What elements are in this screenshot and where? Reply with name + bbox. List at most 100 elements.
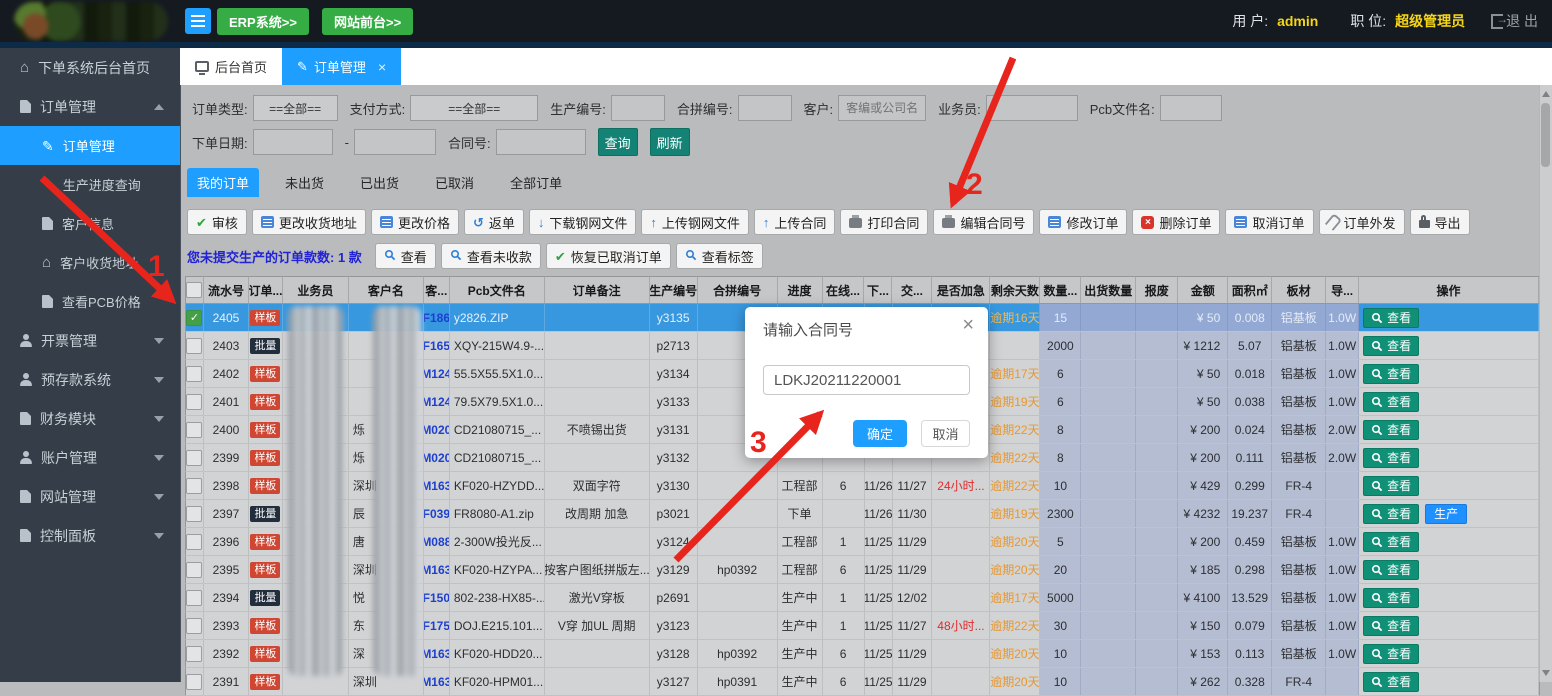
date-from-input[interactable] <box>253 129 333 155</box>
order-tab[interactable]: 未出货 <box>275 168 334 197</box>
sidebar-item[interactable]: 网站管理 <box>0 477 180 516</box>
customer-code-link[interactable]: F039 <box>424 507 450 521</box>
search-button[interactable]: 查询 <box>598 128 638 156</box>
sidebar-item[interactable]: ✎订单管理 <box>0 126 180 165</box>
row-checkbox[interactable] <box>186 534 202 550</box>
filter-input[interactable] <box>1160 95 1222 121</box>
customer-code-link[interactable]: F175 <box>424 619 450 633</box>
sidebar-item[interactable]: ✎生产进度查询 <box>0 165 180 204</box>
sidebar-item[interactable]: 订单管理 <box>0 87 180 126</box>
row-checkbox[interactable] <box>186 310 202 326</box>
scroll-down-icon[interactable] <box>1542 670 1550 676</box>
view-button[interactable]: 查看 <box>1363 644 1419 664</box>
scrollbar-thumb[interactable] <box>1541 103 1550 167</box>
row-checkbox[interactable] <box>186 366 202 382</box>
view-button[interactable]: 查看 <box>1363 420 1419 440</box>
row-checkbox[interactable] <box>186 478 202 494</box>
view-button[interactable]: 查看 <box>1363 504 1419 524</box>
row-checkbox[interactable] <box>186 422 202 438</box>
select-all-checkbox[interactable] <box>186 282 202 298</box>
sidebar-item[interactable]: 预存款系统 <box>0 360 180 399</box>
tab-order-management[interactable]: ✎订单管理× <box>282 48 401 85</box>
customer-code-link[interactable]: M020 <box>424 451 450 465</box>
view-button[interactable]: 查看 <box>1363 588 1419 608</box>
toolbar-button[interactable]: 更改收货地址 <box>252 209 366 235</box>
filter-input[interactable] <box>611 95 665 121</box>
toolbar-button[interactable]: 更改价格 <box>371 209 459 235</box>
customer-code-link[interactable]: F150 <box>424 591 450 605</box>
row-checkbox[interactable] <box>186 338 202 354</box>
customer-code-link[interactable]: M124 <box>424 367 450 381</box>
customer-code-link[interactable]: M163 <box>424 479 450 493</box>
toolbar-button[interactable]: 订单外发 <box>1319 209 1405 235</box>
cancel-button[interactable]: 取消 <box>921 420 970 447</box>
sidebar-item[interactable]: 控制面板 <box>0 516 180 555</box>
row-checkbox[interactable] <box>186 562 202 578</box>
toolbar-button[interactable]: 导出 <box>1410 209 1470 235</box>
toolbar-button[interactable]: ↑上传钢网文件 <box>641 209 749 235</box>
erp-system-button[interactable]: ERP系统>> <box>217 8 309 35</box>
contract-no-input[interactable] <box>496 129 586 155</box>
site-front-button[interactable]: 网站前台>> <box>322 8 413 35</box>
toolbar-button[interactable]: 查看 <box>375 243 436 269</box>
customer-code-link[interactable]: F165 <box>424 339 450 353</box>
logout-button[interactable]: 退 出 <box>1491 11 1538 31</box>
order-tab[interactable]: 已取消 <box>425 168 484 197</box>
row-checkbox[interactable] <box>186 506 202 522</box>
row-checkbox[interactable] <box>186 450 202 466</box>
sidebar-item[interactable]: ⌂下单系统后台首页 <box>0 48 180 87</box>
view-button[interactable]: 查看 <box>1363 392 1419 412</box>
view-button[interactable]: 查看 <box>1363 336 1419 356</box>
toolbar-button[interactable]: 编辑合同号 <box>933 209 1034 235</box>
row-checkbox[interactable] <box>186 646 202 662</box>
view-button[interactable]: 查看 <box>1363 308 1419 328</box>
toolbar-button[interactable]: ✔审核 <box>187 209 247 235</box>
menu-toggle-button[interactable] <box>185 8 211 34</box>
close-icon[interactable]: × <box>378 59 386 75</box>
toolbar-button[interactable]: ↓下载钢网文件 <box>529 209 637 235</box>
customer-code-link[interactable]: M163 <box>424 647 450 661</box>
filter-input[interactable] <box>838 95 926 121</box>
confirm-button[interactable]: 确定 <box>853 420 907 447</box>
vertical-scrollbar[interactable] <box>1539 85 1552 682</box>
view-button[interactable]: 查看 <box>1363 364 1419 384</box>
order-tab[interactable]: 已出货 <box>350 168 409 197</box>
sidebar-item[interactable]: 客户信息 <box>0 204 180 243</box>
sidebar-item[interactable]: ⌂客户收货地址 <box>0 243 180 282</box>
sidebar-item[interactable]: 账户管理 <box>0 438 180 477</box>
sidebar-item[interactable]: 财务模块 <box>0 399 180 438</box>
scroll-up-icon[interactable] <box>1542 91 1550 97</box>
filter-input[interactable] <box>986 95 1078 121</box>
order-tab[interactable]: 全部订单 <box>500 168 572 197</box>
row-checkbox[interactable] <box>186 618 202 634</box>
view-button[interactable]: 查看 <box>1363 448 1419 468</box>
customer-code-link[interactable]: M088 <box>424 535 450 549</box>
customer-code-link[interactable]: M020 <box>424 423 450 437</box>
row-checkbox[interactable] <box>186 394 202 410</box>
filter-select[interactable]: ==全部== <box>253 95 338 121</box>
toolbar-button[interactable]: ↑上传合同 <box>754 209 836 235</box>
toolbar-button[interactable]: 取消订单 <box>1225 209 1313 235</box>
produce-button[interactable]: 生产 <box>1425 504 1467 524</box>
view-button[interactable]: 查看 <box>1363 476 1419 496</box>
sidebar-item[interactable]: 开票管理 <box>0 321 180 360</box>
toolbar-button[interactable]: ✔恢复已取消订单 <box>546 243 671 269</box>
order-tab[interactable]: 我的订单 <box>187 168 259 197</box>
filter-select[interactable]: ==全部== <box>410 95 538 121</box>
customer-code-link[interactable]: M124 <box>424 395 450 409</box>
toolbar-button[interactable]: 打印合同 <box>840 209 928 235</box>
toolbar-button[interactable]: ×删除订单 <box>1132 209 1220 235</box>
date-to-input[interactable] <box>354 129 436 155</box>
toolbar-button[interactable]: 修改订单 <box>1039 209 1127 235</box>
contract-number-field[interactable] <box>763 365 970 395</box>
customer-code-link[interactable]: F186 <box>424 311 450 325</box>
sidebar-item[interactable]: 查看PCB价格 <box>0 282 180 321</box>
toolbar-button[interactable]: 查看标签 <box>676 243 763 269</box>
toolbar-button[interactable]: 查看未收款 <box>441 243 541 269</box>
close-icon[interactable]: × <box>962 315 974 335</box>
customer-code-link[interactable]: M163 <box>424 563 450 577</box>
toolbar-button[interactable]: ↺返单 <box>464 209 524 235</box>
filter-input[interactable] <box>738 95 792 121</box>
row-checkbox[interactable] <box>186 590 202 606</box>
view-button[interactable]: 查看 <box>1363 560 1419 580</box>
